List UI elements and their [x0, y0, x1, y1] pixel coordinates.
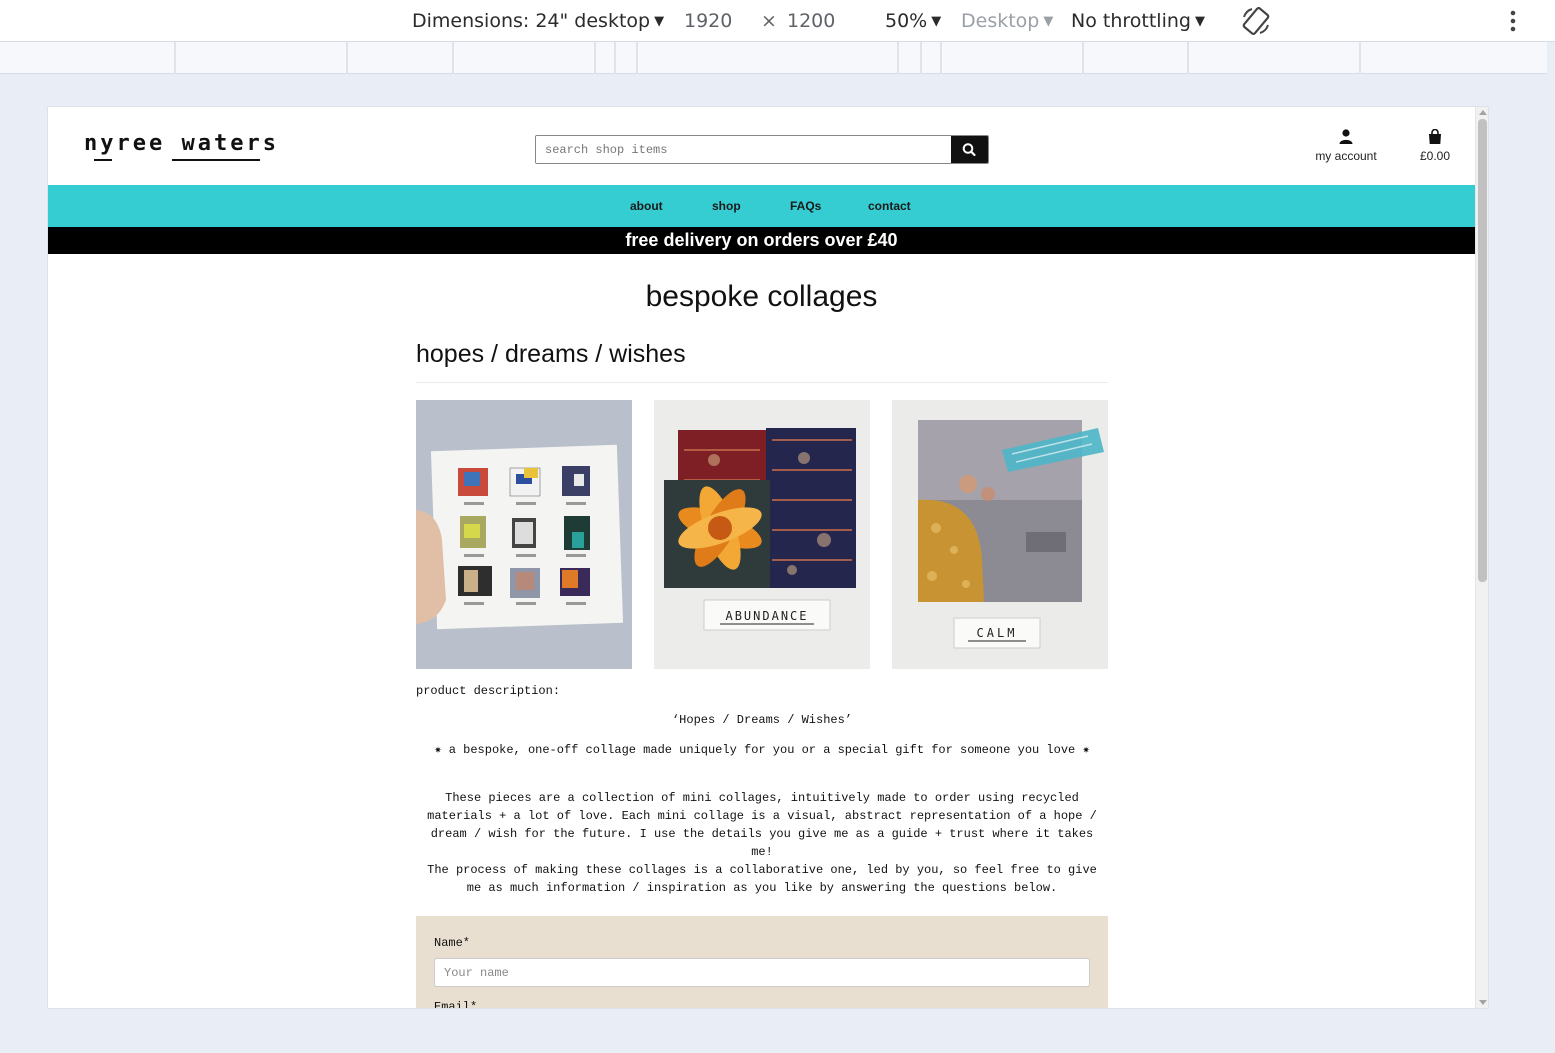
ruler-segment	[174, 42, 176, 74]
caret-down-icon: ▼	[1194, 14, 1205, 29]
product-paragraph: These pieces are a collection of mini co…	[416, 789, 1108, 897]
emulated-viewport: nyree waters my account £0.00 about shop…	[48, 107, 1488, 1008]
promo-banner: free delivery on orders over £40	[48, 227, 1475, 254]
main-nav: about shop FAQs contact	[48, 185, 1475, 227]
my-account-label: my account	[1315, 149, 1377, 163]
scroll-down-icon[interactable]	[1479, 1000, 1487, 1005]
device-type-label: Desktop	[961, 10, 1040, 32]
ruler-segment	[636, 42, 638, 74]
product-image-calm-collage[interactable]: CALM	[892, 400, 1108, 669]
nav-item-about[interactable]: about	[630, 185, 663, 227]
scrollbar[interactable]	[1475, 107, 1488, 1008]
product-quote-title: ‘Hopes / Dreams / Wishes’	[671, 713, 853, 727]
product-image-mini-collage-grid[interactable]	[416, 400, 632, 669]
ruler-segment	[594, 42, 596, 74]
product-description-label: product description:	[416, 684, 561, 698]
site-logo[interactable]: nyree waters	[84, 131, 279, 156]
ruler-segment	[1359, 42, 1361, 74]
device-type-dropdown[interactable]: Desktop ▼	[961, 0, 1053, 42]
throttling-label: No throttling	[1071, 10, 1191, 32]
paragraph-line: materials + a lot of love. Each mini col…	[427, 809, 1097, 823]
paragraph-line: The process of making these collages is …	[427, 863, 1097, 877]
name-field[interactable]	[434, 958, 1090, 987]
paragraph-line: me!	[751, 845, 773, 859]
ruler-segment	[614, 42, 616, 74]
more-options-icon[interactable]	[1503, 8, 1523, 34]
scroll-up-icon[interactable]	[1479, 110, 1487, 115]
media-query-bar[interactable]	[0, 42, 1547, 74]
page-title: bespoke collages	[645, 280, 878, 313]
ruler-segment	[452, 42, 454, 74]
zoom-dropdown[interactable]: 50% ▼	[885, 0, 941, 42]
zoom-label: 50%	[885, 10, 928, 32]
search-icon	[962, 143, 976, 157]
user-icon	[1339, 129, 1353, 144]
my-account-link[interactable]: my account	[1310, 129, 1382, 163]
divider	[416, 382, 1108, 383]
calm-label: CALM	[977, 626, 1018, 640]
product-title: hopes / dreams / wishes	[416, 340, 686, 368]
shopping-bag-icon	[1429, 129, 1441, 144]
bespoke-order-form: Name* Email*	[416, 916, 1108, 1008]
product-tagline: ✷ a bespoke, one-off collage made unique…	[434, 743, 1090, 757]
devtools-device-toolbar: Dimensions: 24" desktop ▼ 1920 × 1200 50%…	[0, 0, 1555, 42]
caret-down-icon: ▼	[931, 14, 942, 29]
logo-underline	[172, 159, 260, 161]
cart-link[interactable]: £0.00	[1414, 129, 1456, 163]
nav-item-contact[interactable]: contact	[868, 185, 911, 227]
ruler-segment	[346, 42, 348, 74]
width-input[interactable]: 1920	[684, 0, 732, 42]
height-input[interactable]: 1200	[787, 0, 835, 42]
ruler-segment	[1187, 42, 1189, 74]
search-bar	[535, 135, 989, 164]
search-input[interactable]	[536, 136, 952, 163]
ruler-segment	[1082, 42, 1084, 74]
paragraph-line: These pieces are a collection of mini co…	[445, 791, 1079, 805]
caret-down-icon: ▼	[654, 14, 665, 29]
cart-total: £0.00	[1419, 149, 1451, 163]
throttling-dropdown[interactable]: No throttling ▼	[1071, 0, 1205, 42]
rotate-icon[interactable]	[1240, 5, 1272, 37]
ruler-segment	[920, 42, 922, 74]
name-label: Name*	[434, 936, 471, 950]
abundance-label: ABUNDANCE	[725, 609, 808, 623]
email-label: Email*	[434, 1000, 478, 1008]
dimensions-label: Dimensions: 24" desktop	[412, 10, 651, 32]
ruler-segment	[897, 42, 899, 74]
times-symbol: ×	[761, 10, 777, 32]
scrollbar-thumb[interactable]	[1478, 119, 1487, 582]
paragraph-line: dream / wish for the future. I use the d…	[430, 827, 1094, 841]
nav-item-faqs[interactable]: FAQs	[790, 185, 821, 227]
search-button[interactable]	[951, 136, 988, 163]
logo-underline	[94, 159, 112, 161]
paragraph-line: me as much information / inspiration as …	[466, 881, 1058, 895]
product-image-abundance-collage[interactable]: ABUNDANCE	[654, 400, 870, 669]
caret-down-icon: ▼	[1043, 14, 1054, 29]
dimensions-dropdown[interactable]: Dimensions: 24" desktop ▼	[412, 0, 664, 42]
nav-item-shop[interactable]: shop	[712, 185, 741, 227]
ruler-segment	[940, 42, 942, 74]
